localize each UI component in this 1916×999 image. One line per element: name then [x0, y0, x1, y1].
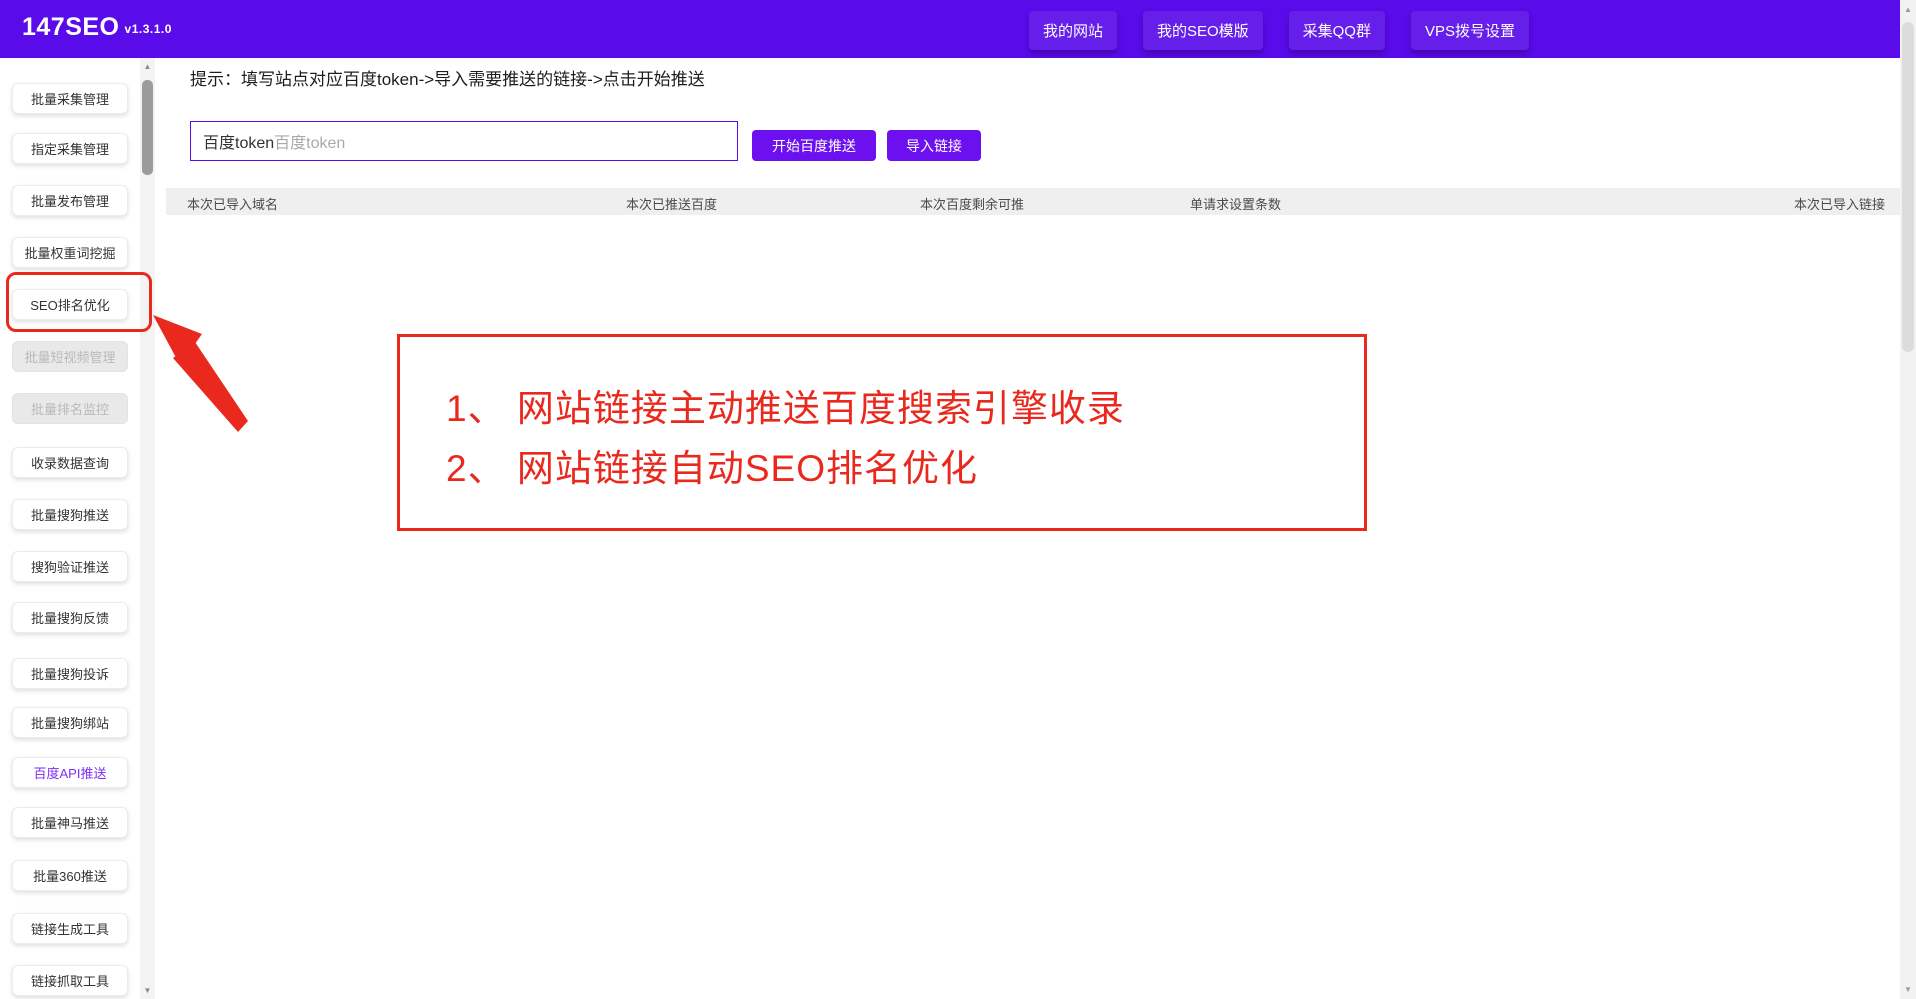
table-column-header: 本次已导入链接 [1794, 194, 1885, 213]
sidebar-item[interactable]: 批量搜狗绑站 [12, 707, 128, 738]
results-table-header: 本次已导入域名 本次已推送百度 本次百度剩余可推 单请求设置条数 本次已导入链接 [166, 188, 1900, 215]
sidebar-item[interactable]: 链接抓取工具 [12, 965, 128, 996]
sidebar-scrollbar-thumb[interactable] [142, 80, 153, 175]
sidebar-item[interactable]: 百度API推送 [12, 757, 128, 788]
token-input-placeholder: 百度token [274, 129, 345, 153]
page-scrollbar[interactable]: ▲ ▼ [1900, 0, 1916, 999]
nav-item[interactable]: 我的SEO模版 [1143, 11, 1263, 50]
scroll-down-icon[interactable]: ▼ [140, 986, 155, 995]
sidebar-item[interactable]: 指定采集管理 [12, 133, 128, 164]
app-logo: 147SEO v1.3.1.0 [22, 13, 172, 42]
sidebar-item[interactable]: 批量发布管理 [12, 185, 128, 216]
app-header: 147SEO v1.3.1.0 我的网站我的SEO模版采集QQ群 VPS拨号设置 [0, 0, 1900, 58]
main-content: 提示：填写站点对应百度token->导入需要推送的链接->点击开始推送 百度to… [155, 58, 1900, 999]
brand-name: 147SEO [22, 13, 120, 41]
nav-item[interactable]: VPS拨号设置 [1411, 11, 1529, 50]
sidebar-item: 批量短视频管理 [12, 341, 128, 372]
sidebar-item[interactable]: 收录数据查询 [12, 447, 128, 478]
annotation-box: 1、 网站链接主动推送百度搜索引擎收录 2、 网站链接自动SEO排名优化 [397, 334, 1367, 531]
scroll-up-icon[interactable]: ▲ [140, 62, 155, 71]
sidebar-item[interactable]: 批量搜狗推送 [12, 499, 128, 530]
scroll-up-icon[interactable]: ▲ [1900, 5, 1916, 14]
table-column-header: 本次百度剩余可推 [920, 194, 1024, 213]
sidebar-item[interactable]: 批量神马推送 [12, 807, 128, 838]
nav-item[interactable]: 采集QQ群 [1289, 11, 1385, 50]
baidu-token-input[interactable]: 百度token百度token [190, 121, 738, 161]
sidebar-item[interactable]: SEO排名优化 [12, 289, 128, 320]
table-column-header: 本次已导入域名 [187, 194, 278, 213]
sidebar-item[interactable]: 批量搜狗反馈 [12, 602, 128, 633]
sidebar-item[interactable]: 批量360推送 [12, 860, 128, 891]
header-nav: 我的网站我的SEO模版采集QQ群 VPS拨号设置 [1029, 11, 1529, 50]
import-links-button[interactable]: 导入链接 [887, 130, 981, 161]
table-column-header: 本次已推送百度 [626, 194, 717, 213]
table-column-header: 单请求设置条数 [1190, 194, 1281, 213]
annotation-line: 2、 网站链接自动SEO排名优化 [446, 439, 1364, 499]
hint-text: 提示：填写站点对应百度token->导入需要推送的链接->点击开始推送 [190, 65, 705, 90]
nav-item[interactable]: 我的网站 [1029, 11, 1117, 50]
start-baidu-push-button[interactable]: 开始百度推送 [752, 130, 876, 161]
sidebar-scrollbar[interactable]: ▲ ▼ [140, 58, 155, 999]
sidebar-item[interactable]: 搜狗验证推送 [12, 551, 128, 582]
scroll-down-icon[interactable]: ▼ [1900, 985, 1916, 994]
sidebar-item[interactable]: 批量搜狗投诉 [12, 658, 128, 689]
sidebar-item[interactable]: 链接生成工具 [12, 913, 128, 944]
sidebar-item[interactable]: 批量权重词挖掘 [12, 237, 128, 268]
annotation-line: 1、 网站链接主动推送百度搜索引擎收录 [446, 379, 1364, 439]
page-scrollbar-thumb[interactable] [1902, 22, 1914, 352]
app-version: v1.3.1.0 [125, 22, 172, 36]
token-input-value: 百度token [203, 129, 274, 153]
sidebar-item: 批量排名监控 [12, 393, 128, 424]
sidebar-item[interactable]: 批量采集管理 [12, 83, 128, 114]
sidebar: 批量采集管理指定采集管理批量发布管理批量权重词挖掘 SEO排名优化批量短视频管理批… [0, 58, 140, 999]
